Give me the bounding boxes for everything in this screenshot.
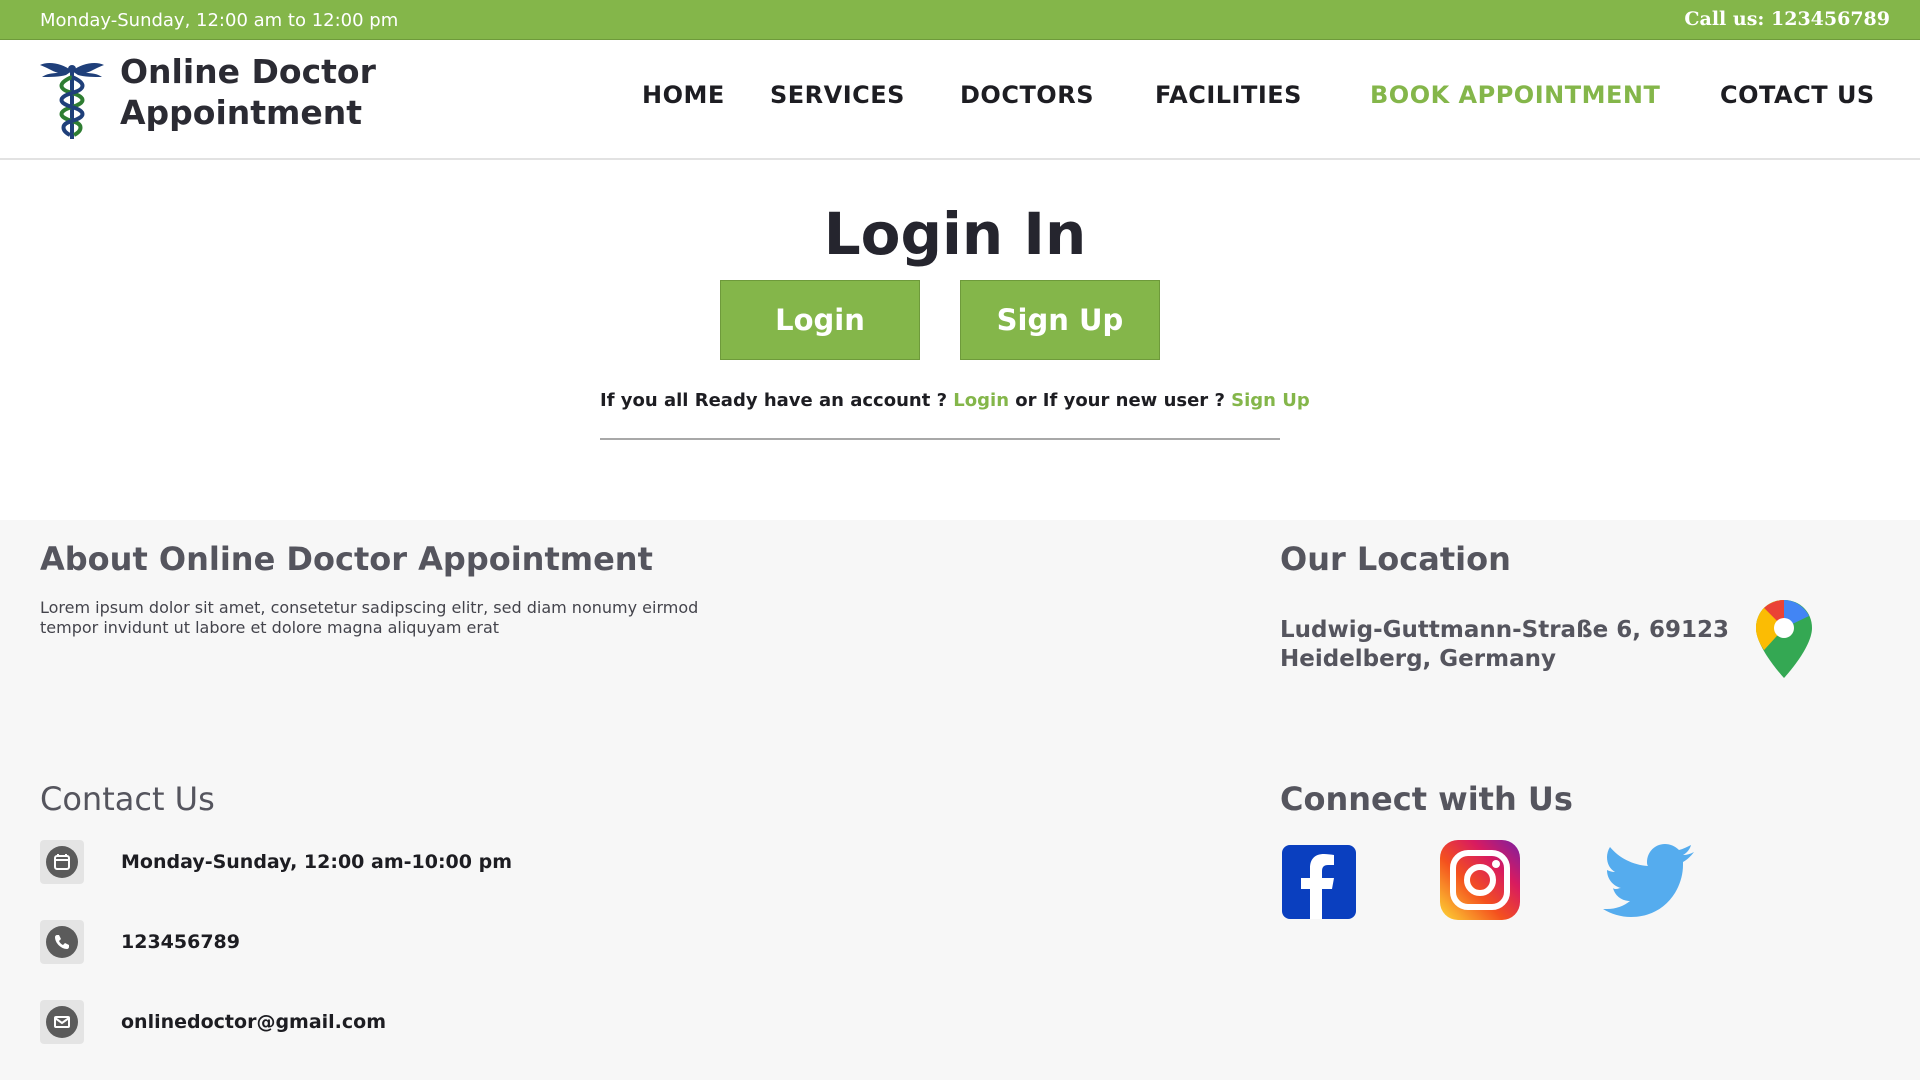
about-heading: About Online Doctor Appointment xyxy=(40,540,653,578)
nav-home[interactable]: HOME xyxy=(642,81,725,111)
site-title[interactable]: Online Doctor Appointment xyxy=(120,51,376,133)
location-heading: Our Location xyxy=(1280,540,1511,578)
nav-doctors[interactable]: DOCTORS xyxy=(960,81,1094,111)
twitter-icon[interactable] xyxy=(1600,842,1696,924)
address-line2: Heidelberg, Germany xyxy=(1280,646,1556,672)
signup-button[interactable]: Sign Up xyxy=(960,280,1160,360)
login-button[interactable]: Login xyxy=(720,280,920,360)
email-icon xyxy=(40,1000,84,1044)
phone-icon xyxy=(40,920,84,964)
contact-hours: Monday-Sunday, 12:00 am-10:00 pm xyxy=(121,851,513,873)
calendar-icon xyxy=(40,840,84,884)
contact-row-email: onlinedoctor@gmail.com xyxy=(40,1000,640,1044)
nav-book-appointment[interactable]: BOOK APPOINTMENT xyxy=(1370,81,1660,111)
prompt-signup-link[interactable]: Sign Up xyxy=(1231,390,1310,411)
account-prompt: If you all Ready have an account ? Login… xyxy=(600,390,1310,411)
contact-email[interactable]: onlinedoctor@gmail.com xyxy=(121,1011,386,1033)
call-us-text: Call us: 123456789 xyxy=(1684,8,1890,30)
contact-row-phone: 123456789 xyxy=(40,920,640,964)
page-title: Login In xyxy=(823,200,1087,268)
contact-heading: Contact Us xyxy=(40,780,215,818)
prompt-text-1: If you all Ready have an account ? xyxy=(600,390,954,411)
facebook-icon[interactable] xyxy=(1282,845,1356,919)
nav-contact-us[interactable]: COTACT US xyxy=(1720,81,1875,111)
connect-heading: Connect with Us xyxy=(1280,780,1573,818)
site-header: Online Doctor Appointment HOME SERVICES … xyxy=(0,41,1920,160)
prompt-login-link[interactable]: Login xyxy=(953,390,1009,411)
about-text: Lorem ipsum dolor sit amet, consetetur s… xyxy=(40,598,699,637)
caduceus-icon[interactable] xyxy=(38,57,106,141)
contact-row-hours: Monday-Sunday, 12:00 am-10:00 pm xyxy=(40,840,640,884)
address: Ludwig-Guttmann-Straße 6, 69123 Heidelbe… xyxy=(1280,616,1729,674)
site-footer: About Online Doctor Appointment Lorem ip… xyxy=(0,520,1920,1080)
address-line1: Ludwig-Guttmann-Straße 6, 69123 xyxy=(1280,617,1729,643)
site-title-line2: Appointment xyxy=(120,93,363,132)
nav-services[interactable]: SERVICES xyxy=(770,81,905,111)
site-title-line1: Online Doctor xyxy=(120,52,376,91)
opening-hours: Monday-Sunday, 12:00 am to 12:00 pm xyxy=(40,10,399,31)
nav-facilities[interactable]: FACILITIES xyxy=(1155,81,1302,111)
top-info-bar: Monday-Sunday, 12:00 am to 12:00 pm Call… xyxy=(0,0,1920,40)
contact-phone: 123456789 xyxy=(121,931,240,953)
google-maps-pin-icon[interactable] xyxy=(1754,598,1814,680)
prompt-text-2: or If your new user ? xyxy=(1009,390,1232,411)
instagram-icon[interactable] xyxy=(1440,840,1520,920)
divider xyxy=(600,438,1280,440)
